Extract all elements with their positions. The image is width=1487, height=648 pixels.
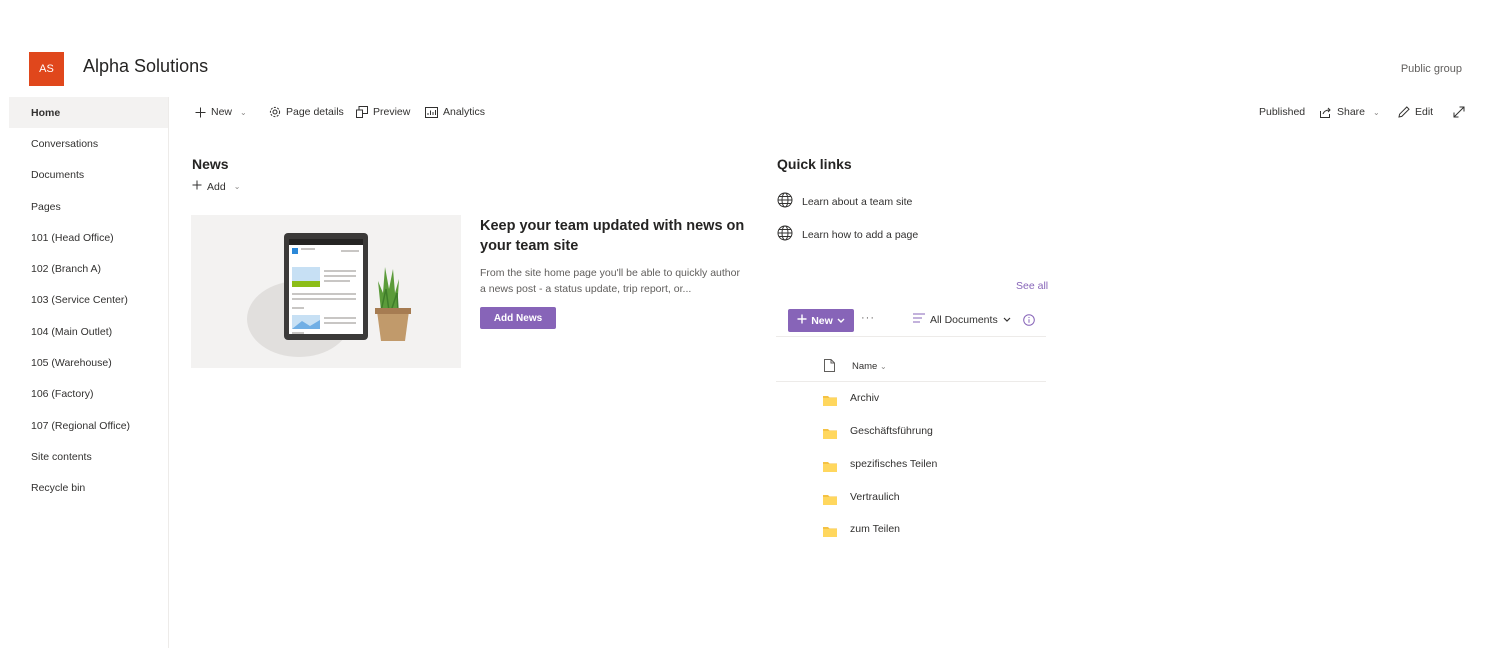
- quick-link-label: Learn about a team site: [802, 195, 913, 208]
- quick-links-title: Quick links: [777, 156, 852, 172]
- list-view-icon: [913, 313, 925, 326]
- quick-link-label: Learn how to add a page: [802, 228, 919, 241]
- command-bar: New ⌄ Page details Preview Analytics Pub…: [170, 97, 1487, 130]
- library-divider: [776, 336, 1046, 337]
- document-name[interactable]: zum Teilen: [850, 523, 900, 535]
- new-command-label: New: [211, 106, 233, 118]
- expand-button[interactable]: [1453, 106, 1465, 118]
- folder-icon: [823, 393, 837, 411]
- nav-item-conversations[interactable]: Conversations: [9, 128, 168, 159]
- list-item[interactable]: Geschäftsführung: [776, 415, 1046, 447]
- share-button[interactable]: Share ⌄: [1320, 106, 1380, 118]
- info-icon[interactable]: [1023, 313, 1035, 331]
- share-icon: [1320, 107, 1332, 118]
- gear-icon: [269, 106, 281, 118]
- news-description: From the site home page you'll be able t…: [480, 267, 740, 295]
- column-header-row: Name ⌄: [776, 355, 1046, 381]
- plus-icon: [195, 107, 206, 118]
- news-add-label: Add: [207, 180, 226, 193]
- nav-item-103[interactable]: 103 (Service Center): [9, 285, 168, 316]
- chevron-down-icon: ⌄: [233, 182, 241, 191]
- group-type-label: Public group: [1400, 63, 1462, 75]
- add-news-button[interactable]: Add News: [480, 307, 556, 329]
- chevron-down-icon: [1003, 314, 1011, 326]
- view-label: All Documents: [930, 313, 998, 326]
- nav-item-home[interactable]: Home: [9, 97, 168, 129]
- plus-icon: [797, 314, 807, 327]
- nav-item-101[interactable]: 101 (Head Office): [9, 222, 168, 253]
- nav-item-104[interactable]: 104 (Main Outlet): [9, 316, 168, 347]
- news-illustration: [191, 215, 461, 368]
- edit-button[interactable]: Edit: [1398, 106, 1433, 118]
- file-type-icon: [824, 359, 835, 377]
- folder-icon: [823, 459, 837, 477]
- document-name[interactable]: Geschäftsführung: [850, 425, 933, 437]
- nav-item-106[interactable]: 106 (Factory): [9, 379, 168, 410]
- plus-icon: [192, 180, 202, 193]
- new-command-button[interactable]: New ⌄: [195, 106, 247, 118]
- folder-icon: [823, 492, 837, 510]
- edit-label: Edit: [1415, 106, 1434, 118]
- see-all-link[interactable]: See all: [1016, 280, 1048, 292]
- preview-button[interactable]: Preview: [356, 106, 410, 118]
- nav-item-107[interactable]: 107 (Regional Office): [9, 410, 168, 441]
- library-new-label: New: [811, 314, 833, 327]
- preview-icon: [356, 106, 368, 118]
- nav-item-pages[interactable]: Pages: [9, 191, 168, 222]
- nav-item-102[interactable]: 102 (Branch A): [9, 253, 168, 284]
- quick-link-add-page[interactable]: Learn how to add a page: [777, 225, 918, 244]
- site-header: AS Alpha Solutions Public group: [0, 0, 1487, 96]
- list-item[interactable]: Archiv: [776, 382, 1046, 414]
- nav-item-documents[interactable]: Documents: [9, 160, 168, 191]
- news-title: News: [192, 156, 229, 172]
- preview-label: Preview: [373, 106, 411, 118]
- library-new-button[interactable]: New: [788, 309, 854, 332]
- chevron-down-icon: ⌄: [1373, 107, 1380, 117]
- nav-item-105[interactable]: 105 (Warehouse): [9, 347, 168, 378]
- site-logo[interactable]: AS: [29, 52, 64, 86]
- list-item[interactable]: spezifisches Teilen: [776, 448, 1046, 480]
- share-label: Share: [1337, 106, 1366, 118]
- globe-icon: [777, 225, 793, 244]
- more-options-button[interactable]: ···: [861, 312, 875, 324]
- chevron-down-icon: [837, 315, 845, 327]
- quick-link-team-site[interactable]: Learn about a team site: [777, 192, 912, 211]
- nav-item-recycle-bin[interactable]: Recycle bin: [9, 473, 168, 504]
- name-column-header[interactable]: Name ⌄: [852, 361, 887, 372]
- analytics-icon: [425, 106, 438, 118]
- publish-status: Published: [1259, 106, 1306, 118]
- view-selector[interactable]: All Documents: [913, 313, 1011, 326]
- page-details-label: Page details: [286, 106, 344, 118]
- folder-icon: [823, 524, 837, 542]
- list-item[interactable]: Vertraulich: [776, 481, 1046, 513]
- nav-item-site-contents[interactable]: Site contents: [9, 441, 168, 472]
- chevron-down-icon: ⌄: [240, 107, 247, 117]
- analytics-button[interactable]: Analytics: [425, 106, 485, 118]
- left-navigation: Home Conversations Documents Pages 101 (…: [9, 97, 169, 648]
- document-name[interactable]: Vertraulich: [850, 491, 900, 503]
- news-add-button[interactable]: Add ⌄: [192, 180, 240, 193]
- document-name[interactable]: Archiv: [850, 392, 879, 404]
- document-name[interactable]: spezifisches Teilen: [850, 458, 937, 470]
- site-title[interactable]: Alpha Solutions: [83, 56, 208, 77]
- page-details-button[interactable]: Page details: [269, 106, 344, 118]
- expand-icon: [1453, 106, 1465, 118]
- folder-icon: [823, 426, 837, 444]
- pencil-icon: [1398, 106, 1410, 118]
- list-item[interactable]: zum Teilen: [776, 513, 1046, 545]
- news-heading: Keep your team updated with news on your…: [480, 218, 745, 254]
- globe-icon: [777, 192, 793, 211]
- analytics-label: Analytics: [443, 106, 486, 118]
